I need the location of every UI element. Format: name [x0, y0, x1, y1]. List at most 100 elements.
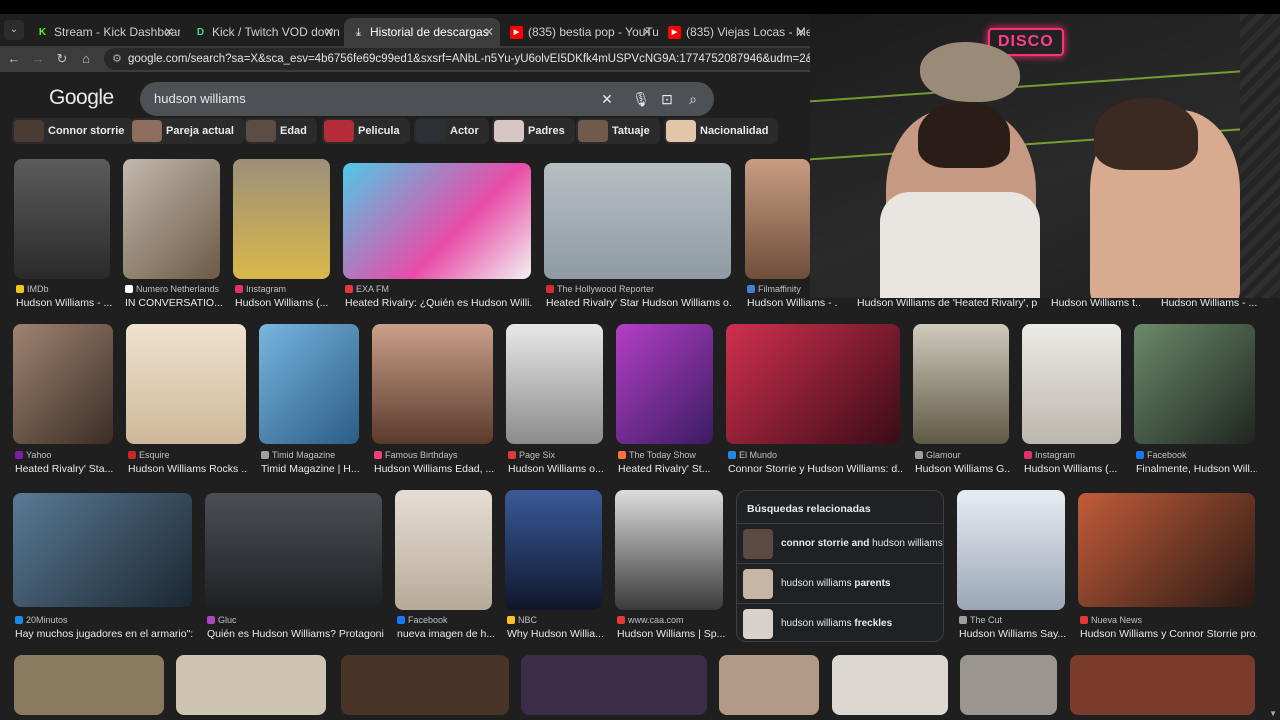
result-source: Yahoo — [15, 450, 115, 460]
result-image[interactable] — [176, 655, 326, 715]
result-image[interactable] — [521, 655, 707, 715]
result-title[interactable]: nueva imagen de h... — [397, 628, 494, 640]
related-search-item[interactable]: hudson williams parents — [737, 563, 943, 603]
result-image[interactable] — [395, 490, 492, 610]
result-image[interactable] — [233, 159, 330, 279]
result-title[interactable]: Hudson Williams - ... — [16, 297, 112, 309]
result-image[interactable] — [913, 324, 1009, 444]
result-title[interactable]: Hudson Williams (... — [235, 297, 332, 309]
tab-historial-descargas[interactable]: ⤓ Historial de descargas ✕ — [344, 18, 500, 46]
search-input[interactable]: hudson williams — [154, 82, 246, 116]
result-title[interactable]: Hudson Williams o... — [508, 463, 605, 475]
chip-nacionalidad[interactable]: Nacionalidad — [664, 118, 779, 144]
tab-vod-downloader[interactable]: D Kick / Twitch VOD downloader ✕ — [186, 18, 340, 46]
result-title[interactable]: Heated Rivalry' Star Hudson Williams o..… — [546, 297, 733, 309]
result-image[interactable] — [1078, 493, 1255, 607]
result-image[interactable] — [719, 655, 819, 715]
related-search-item[interactable]: hudson williams freckles — [737, 603, 943, 643]
result-image[interactable] — [372, 324, 493, 444]
scroll-down-icon[interactable]: ▼ — [1269, 709, 1277, 718]
chip-tatuaje[interactable]: Tatuaje — [576, 118, 660, 144]
close-icon[interactable]: ✕ — [642, 18, 652, 46]
result-image[interactable] — [832, 655, 948, 715]
result-image[interactable] — [1022, 324, 1121, 444]
nueva-news-icon — [1080, 616, 1088, 624]
chip-edad[interactable]: Edad — [244, 118, 317, 144]
result-source: Instagram — [235, 284, 332, 294]
google-logo[interactable]: Google — [49, 86, 114, 110]
result-image[interactable] — [726, 324, 900, 444]
home-icon[interactable]: ⌂ — [76, 49, 96, 69]
result-image[interactable] — [13, 324, 113, 444]
result-title[interactable]: Hudson Williams Edad, ... — [374, 463, 495, 475]
esquire-icon — [128, 451, 136, 459]
result-title[interactable]: Hudson Williams G... — [915, 463, 1011, 475]
result-title[interactable]: Hudson Williams y Connor Storrie pro... — [1080, 628, 1257, 640]
result-title[interactable]: Hudson Williams Say... — [959, 628, 1067, 640]
result-title[interactable]: Hudson Williams Rocks ... — [128, 463, 248, 475]
tab-youtube-viejas-locas[interactable]: ▶ (835) Viejas Locas - Me Gustas ✕ — [660, 18, 812, 46]
result-title[interactable]: Connor Storrie y Hudson Williams: d... — [728, 463, 902, 475]
result-image[interactable] — [957, 490, 1065, 610]
result-image[interactable] — [14, 159, 110, 279]
result-image[interactable] — [544, 163, 731, 279]
result-image[interactable] — [126, 324, 246, 444]
result-title[interactable]: Hudson Williams de 'Heated Rivalry', p..… — [857, 297, 1037, 309]
result-image[interactable] — [259, 324, 359, 444]
result-image[interactable] — [13, 493, 192, 607]
result-image[interactable] — [506, 324, 603, 444]
result-image[interactable] — [960, 655, 1057, 715]
result-image[interactable] — [341, 655, 509, 715]
reload-icon[interactable]: ↻ — [52, 49, 72, 69]
tab-kick-dashboard[interactable]: K Stream - Kick Dashboard ✕ — [28, 18, 180, 46]
result-title[interactable]: Hudson Williams | Sp... — [617, 628, 725, 640]
back-icon[interactable]: ← — [4, 49, 24, 69]
result-image[interactable] — [14, 655, 164, 715]
microphone-icon[interactable]: 🎙 — [632, 82, 650, 116]
chip-pelicula[interactable]: Pelicula — [322, 118, 410, 144]
result-title[interactable]: IN CONVERSATIO... — [125, 297, 223, 309]
streamer-right-hair — [1094, 98, 1198, 170]
result-title[interactable]: Hudson Williams t... — [1051, 297, 1141, 309]
result-title[interactable]: Hudson Williams - ... — [1161, 297, 1261, 309]
result-title[interactable]: Hudson Williams - ... — [747, 297, 837, 309]
close-icon[interactable]: ✕ — [796, 18, 806, 46]
result-title[interactable]: Timid Magazine | H... — [261, 463, 361, 475]
related-search-item[interactable]: connor storrie and hudson williams — [737, 523, 943, 563]
result-image[interactable] — [745, 159, 810, 279]
result-title[interactable]: Heated Rivalry' Sta... — [15, 463, 115, 475]
result-title[interactable]: Quién es Hudson Williams? Protagoni... — [207, 628, 384, 640]
result-image[interactable] — [1134, 324, 1255, 444]
clear-icon[interactable]: ✕ — [598, 82, 616, 116]
result-image[interactable] — [123, 159, 220, 279]
chip-padres[interactable]: Padres — [492, 118, 575, 144]
result-title[interactable]: Hudson Williams (... — [1024, 463, 1123, 475]
result-image[interactable] — [205, 493, 382, 607]
address-bar[interactable]: ⚙ google.com/search?sa=X&sca_esv=4b6756f… — [104, 48, 824, 70]
chip-actor[interactable]: Actor — [414, 118, 489, 144]
tab-youtube-bestia-pop[interactable]: ▶ (835) bestia pop - YouTube ✕ — [502, 18, 658, 46]
result-title[interactable]: Why Hudson Willia... — [507, 628, 604, 640]
search-box[interactable]: hudson williams ✕ 🎙 ⊡ ⌕ — [140, 82, 714, 116]
tab-label: Historial de descargas — [370, 25, 489, 39]
site-info-icon[interactable]: ⚙ — [112, 48, 122, 70]
close-icon[interactable]: ✕ — [324, 18, 334, 46]
result-image[interactable] — [616, 324, 713, 444]
result-title[interactable]: Finalmente, Hudson Will... — [1136, 463, 1257, 475]
close-icon[interactable]: ✕ — [164, 18, 174, 46]
result-image[interactable] — [1070, 655, 1255, 715]
result-title[interactable]: Hay muchos jugadores en el armario":... — [15, 628, 194, 640]
result-title[interactable]: Heated Rivalry: ¿Quién es Hudson Willi..… — [345, 297, 533, 309]
chip-connor-storrie[interactable]: Connor storrie — [12, 118, 135, 144]
close-icon[interactable]: ✕ — [484, 18, 494, 46]
chip-pareja-actual[interactable]: Pareja actual — [130, 118, 244, 144]
result-image[interactable] — [505, 490, 602, 610]
search-icon[interactable]: ⌕ — [684, 82, 702, 116]
tab-search-button[interactable]: ⌄ — [4, 20, 24, 40]
lens-icon[interactable]: ⊡ — [658, 82, 676, 116]
result-image[interactable] — [343, 163, 531, 279]
result-image[interactable] — [615, 490, 723, 610]
result-source: Numero Netherlands — [125, 284, 223, 294]
result-title[interactable]: Heated Rivalry' St... — [618, 463, 715, 475]
forward-icon[interactable]: → — [28, 49, 48, 69]
